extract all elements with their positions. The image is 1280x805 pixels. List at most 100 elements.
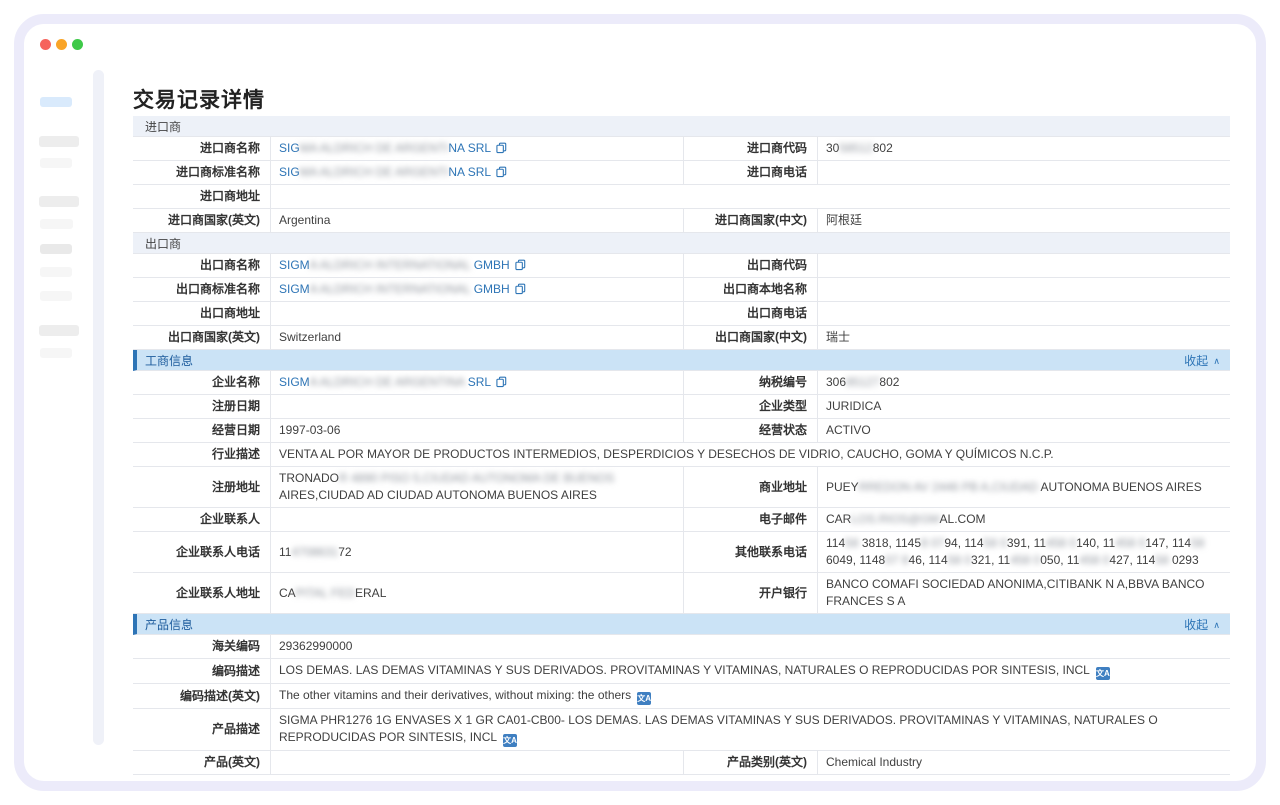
field-value: CARLOS.RIOS@GMAL.COM <box>817 508 1230 531</box>
field-label: 进口商国家(英文) <box>133 209 270 232</box>
section-header-importer: 进口商 <box>133 116 1230 137</box>
field-value: LOS DEMAS. LAS DEMAS VITAMINAS Y SUS DER… <box>270 659 1230 683</box>
table-row: 注册地址TRONADOR 4890 PISO 5,CIUDAD AUTONOMA… <box>133 467 1230 508</box>
translate-icon[interactable]: 文A <box>503 734 517 747</box>
field-value: 3058512802 <box>817 137 1230 160</box>
field-value[interactable]: SIGMA ALDRICH DE ARGENTINA SRL <box>270 371 683 394</box>
field-value: Switzerland <box>270 326 683 349</box>
redacted-text: A ALDRICH INTERNATIONAL <box>310 258 471 272</box>
field-text: 30685127802 <box>826 374 899 391</box>
sidebar-skeleton-item[interactable] <box>39 196 79 207</box>
field-text: SIGMA ALDRICH INTERNATIONAL GMBH <box>279 257 526 274</box>
table-row: 企业联系人电话11470863172其他联系电话11458 3818, 1145… <box>133 532 1230 573</box>
field-value: 30685127802 <box>817 371 1230 394</box>
traffic-light-green[interactable] <box>72 39 83 50</box>
copy-icon[interactable] <box>515 259 526 271</box>
field-value <box>817 278 1230 301</box>
field-text: SIGMA ALDRICH DE ARGENTINA SRL <box>279 140 507 157</box>
collapse-toggle[interactable]: 收起 ∧ <box>1184 352 1220 369</box>
field-value: TRONADOR 4890 PISO 5,CIUDAD AUTONOMA DE … <box>270 467 683 507</box>
redacted-text: MA ALDRICH DE ARGENTI <box>300 141 449 155</box>
field-label: 进口商名称 <box>133 137 270 160</box>
sidebar-skeleton-item[interactable] <box>40 158 72 168</box>
redacted-text: 58 <box>1191 536 1204 550</box>
field-value: JURIDICA <box>817 395 1230 418</box>
sidebar-skeleton-item[interactable] <box>39 136 79 147</box>
field-label: 出口商地址 <box>133 302 270 325</box>
sidebar-skeleton-item[interactable] <box>39 325 79 336</box>
sidebar-divider <box>93 70 104 745</box>
collapse-toggle[interactable]: 收起 ∧ <box>1184 616 1220 633</box>
entity-link[interactable]: SIG <box>279 141 300 155</box>
sidebar-skeleton-item[interactable] <box>40 244 72 254</box>
field-text: SIGMA ALDRICH DE ARGENTINA SRL <box>279 164 507 181</box>
field-value[interactable]: SIGMA ALDRICH INTERNATIONAL GMBH <box>270 254 683 277</box>
entity-link[interactable]: NA SRL <box>448 141 491 155</box>
field-value[interactable]: SIGMA ALDRICH INTERNATIONAL GMBH <box>270 278 683 301</box>
field-label: 出口商电话 <box>683 302 817 325</box>
field-text: VENTA AL POR MAYOR DE PRODUCTOS INTERMED… <box>279 446 1054 463</box>
field-value: 1997-03-06 <box>270 419 683 442</box>
field-value: BANCO COMAFI SOCIEDAD ANONIMA,CITIBANK N… <box>817 573 1230 613</box>
field-text: 阿根廷 <box>826 212 862 229</box>
field-label-text: 编码描述 <box>212 663 260 680</box>
entity-link[interactable]: SIGM <box>279 282 310 296</box>
field-label: 出口商本地名称 <box>683 278 817 301</box>
field-label: 产品类别(英文) <box>683 751 817 774</box>
field-value[interactable]: SIGMA ALDRICH DE ARGENTINA SRL <box>270 161 683 184</box>
traffic-light-red[interactable] <box>40 39 51 50</box>
entity-link[interactable]: SIG <box>279 165 300 179</box>
table-row: 注册日期企业类型JURIDICA <box>133 395 1230 419</box>
redacted-text: 458 0 <box>1115 536 1145 550</box>
field-text: Argentina <box>279 212 330 229</box>
redacted-text: 58 0 <box>948 553 971 567</box>
field-label-text: 企业联系人地址 <box>176 585 260 602</box>
field-label-text: 企业类型 <box>759 398 807 415</box>
sidebar-skeleton-item[interactable] <box>40 267 72 277</box>
entity-link[interactable]: SIGM <box>279 258 310 272</box>
entity-link[interactable]: SIGM <box>279 375 310 389</box>
field-label-text: 产品类别(英文) <box>727 754 807 771</box>
copy-icon[interactable] <box>496 166 507 178</box>
field-value <box>270 508 683 531</box>
field-label: 进口商地址 <box>133 185 270 208</box>
field-label: 企业联系人电话 <box>133 532 270 572</box>
field-label-text: 电子邮件 <box>759 511 807 528</box>
entity-link[interactable]: SRL <box>464 375 491 389</box>
translate-icon[interactable]: 文A <box>637 692 651 705</box>
field-text: Switzerland <box>279 329 341 346</box>
field-label: 出口商标准名称 <box>133 278 270 301</box>
redacted-text: 07 8 <box>885 553 908 567</box>
field-label: 进口商代码 <box>683 137 817 160</box>
table-row: 进口商名称 SIGMA ALDRICH DE ARGENTINA SRL 进口商代码… <box>133 137 1230 161</box>
field-label: 其他联系电话 <box>683 532 817 572</box>
field-value: Chemical Industry <box>817 751 1230 774</box>
copy-icon[interactable] <box>496 142 507 154</box>
field-value[interactable]: SIGMA ALDRICH DE ARGENTINA SRL <box>270 137 683 160</box>
field-label-text: 其他联系电话 <box>735 544 807 561</box>
redacted-text: 458 0 <box>1046 536 1076 550</box>
redacted-text: 4708631 <box>291 545 338 559</box>
field-text: Chemical Industry <box>826 754 922 771</box>
sidebar-skeleton-item[interactable] <box>40 348 72 358</box>
entity-link[interactable]: GMBH <box>470 258 509 272</box>
sidebar-skeleton-item[interactable] <box>40 291 72 301</box>
field-label: 行业描述 <box>133 443 270 466</box>
field-label-text: 经营状态 <box>759 422 807 439</box>
field-label: 电子邮件 <box>683 508 817 531</box>
field-value <box>817 161 1230 184</box>
copy-icon[interactable] <box>515 283 526 295</box>
sidebar-item-active[interactable] <box>40 97 72 107</box>
copy-icon[interactable] <box>496 376 507 388</box>
field-text: TRONADOR 4890 PISO 5,CIUDAD AUTONOMA DE … <box>279 470 675 504</box>
field-label: 海关编码 <box>133 635 270 658</box>
redacted-text: 8 07 <box>921 536 944 550</box>
sidebar-skeleton-item[interactable] <box>40 219 73 229</box>
table-row: 企业联系人 电子邮件 CARLOS.RIOS@GMAL.COM <box>133 508 1230 532</box>
entity-link[interactable]: GMBH <box>470 282 509 296</box>
field-label-text: 企业联系人 <box>200 511 260 528</box>
field-label-text: 进口商代码 <box>747 140 807 157</box>
traffic-light-orange[interactable] <box>56 39 67 50</box>
entity-link[interactable]: NA SRL <box>448 165 491 179</box>
translate-icon[interactable]: 文A <box>1096 667 1110 680</box>
